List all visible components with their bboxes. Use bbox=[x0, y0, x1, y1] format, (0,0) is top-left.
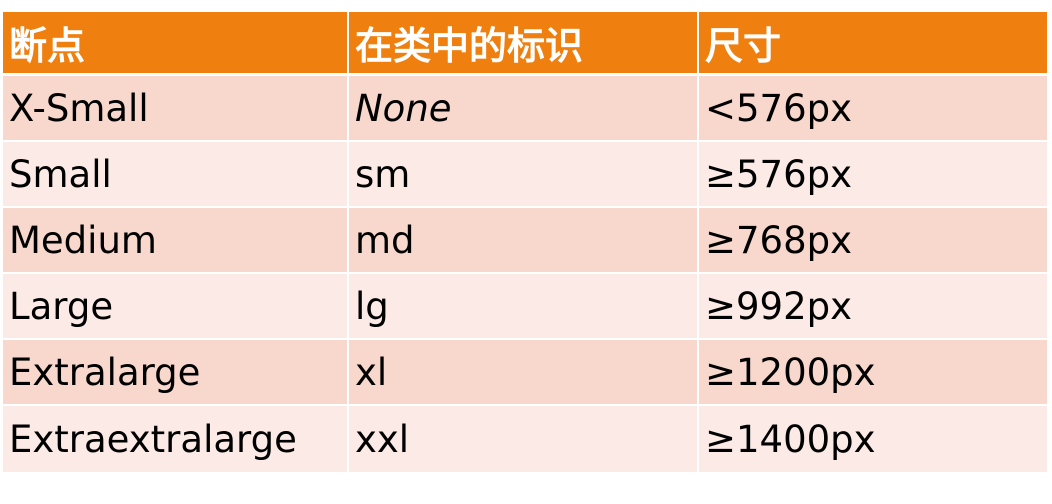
cell-breakpoint: Extralarge bbox=[3, 340, 349, 406]
header-row: 断点 在类中的标识 尺寸 bbox=[3, 12, 1047, 76]
table-row: Extralarge xl ≥1200px bbox=[3, 340, 1047, 406]
cell-class-infix: lg bbox=[349, 274, 699, 340]
table-row: Medium md ≥768px bbox=[3, 208, 1047, 274]
table-header: 断点 在类中的标识 尺寸 bbox=[3, 12, 1047, 76]
cell-breakpoint: Large bbox=[3, 274, 349, 340]
header-breakpoint: 断点 bbox=[3, 12, 349, 76]
cell-dimension: <576px bbox=[699, 76, 1047, 142]
cell-class-infix: xl bbox=[349, 340, 699, 406]
table-row: Small sm ≥576px bbox=[3, 142, 1047, 208]
cell-dimension: ≥992px bbox=[699, 274, 1047, 340]
cell-class-infix: md bbox=[349, 208, 699, 274]
cell-breakpoint: Medium bbox=[3, 208, 349, 274]
cell-dimension: ≥1400px bbox=[699, 406, 1047, 472]
table-body: X-Small None <576px Small sm ≥576px Medi… bbox=[3, 76, 1047, 472]
header-class-infix: 在类中的标识 bbox=[349, 12, 699, 76]
cell-breakpoint: X-Small bbox=[3, 76, 349, 142]
cell-class-infix: xxl bbox=[349, 406, 699, 472]
cell-dimension: ≥768px bbox=[699, 208, 1047, 274]
breakpoints-table: 断点 在类中的标识 尺寸 X-Small None <576px Small s… bbox=[3, 12, 1047, 472]
cell-dimension: ≥576px bbox=[699, 142, 1047, 208]
table-row: Large lg ≥992px bbox=[3, 274, 1047, 340]
table-row: X-Small None <576px bbox=[3, 76, 1047, 142]
header-dimension: 尺寸 bbox=[699, 12, 1047, 76]
cell-breakpoint: Small bbox=[3, 142, 349, 208]
cell-dimension: ≥1200px bbox=[699, 340, 1047, 406]
cell-class-infix: sm bbox=[349, 142, 699, 208]
cell-class-infix: None bbox=[349, 76, 699, 142]
table-row: Extraextralarge xxl ≥1400px bbox=[3, 406, 1047, 472]
cell-breakpoint: Extraextralarge bbox=[3, 406, 349, 472]
